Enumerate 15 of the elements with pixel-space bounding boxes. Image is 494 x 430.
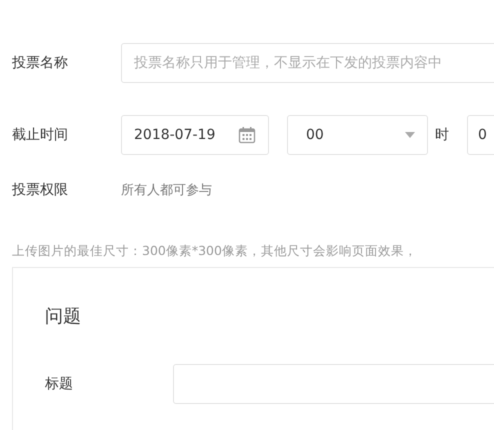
section-heading: 问题 <box>45 305 81 328</box>
hour-dropdown[interactable]: 00 <box>287 115 428 155</box>
field-label: 投票权限 <box>12 181 69 199</box>
calendar-icon <box>238 126 256 144</box>
title-input-field[interactable] <box>173 364 494 404</box>
permission-value: 所有人都可参与 <box>121 182 212 199</box>
caret-icon <box>405 132 415 138</box>
date-picker-field[interactable]: 2018-07-19 <box>121 115 269 155</box>
name-input-field[interactable]: 投票名称只用于管理，不显示在下发的投票内容中 <box>121 43 494 83</box>
field-label: 截止时间 <box>12 126 69 144</box>
upload-hint: 上传图片的最佳尺寸：300像素*300像素，其他尺寸会影响页面效果， <box>12 243 417 260</box>
minute-dropdown[interactable]: 0 <box>467 115 494 155</box>
field-label: 标题 <box>45 375 74 393</box>
field-label: 投票名称 <box>12 54 69 72</box>
unit-label: 时 <box>435 126 449 144</box>
